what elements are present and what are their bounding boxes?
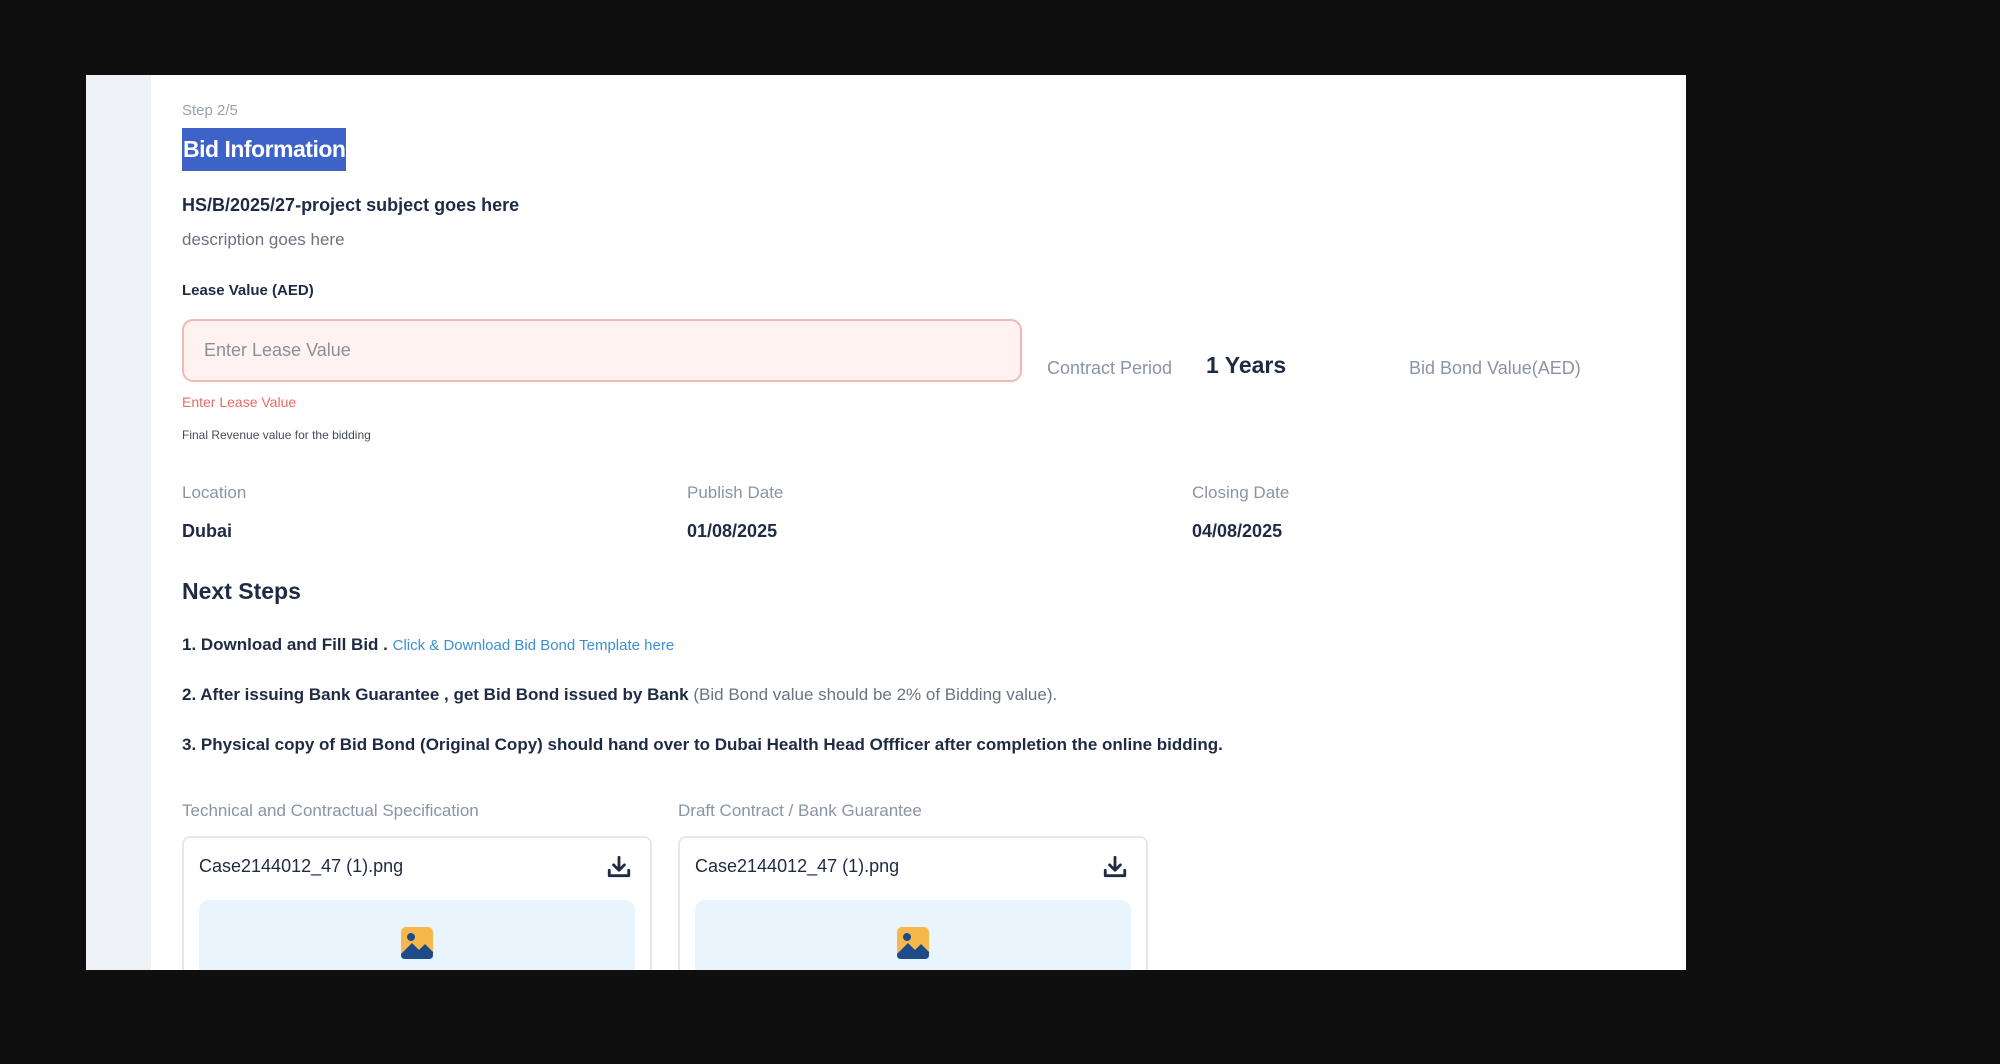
draft-contract-file-card: Case2144012_47 (1).png (678, 836, 1148, 970)
lease-value-error: Enter Lease Value (182, 394, 297, 410)
project-description: description goes here (182, 230, 345, 249)
page-title: Bid Information (182, 128, 347, 171)
closing-date-label: Closing Date (1192, 483, 1290, 502)
file-preview[interactable] (199, 900, 635, 970)
contract-period-value: 1 Years (1206, 352, 1287, 378)
download-bid-bond-template-link[interactable]: Click & Download Bid Bond Template here (393, 637, 675, 654)
download-icon[interactable] (606, 854, 632, 880)
download-icon[interactable] (1102, 854, 1128, 880)
lease-value-input[interactable] (182, 319, 1022, 382)
step-indicator: Step 2/5 (182, 102, 238, 119)
next-step-2-note: (Bid Bond value should be 2% of Bidding … (693, 685, 1058, 704)
file-name: Case2144012_47 (1).png (199, 856, 404, 876)
app-window: Step 2/5 Bid Information HS/B/2025/27-pr… (86, 75, 1686, 970)
next-step-1-text: 1. Download and Fill Bid . (182, 635, 388, 654)
publish-date-label: Publish Date (687, 483, 784, 502)
next-steps-title: Next Steps (182, 578, 301, 604)
technical-spec-heading: Technical and Contractual Specification (182, 801, 479, 820)
next-step-3: 3. Physical copy of Bid Bond (Original C… (182, 735, 1223, 754)
image-icon (401, 927, 433, 959)
bid-bond-value-label: Bid Bond Value(AED) (1409, 358, 1581, 378)
project-subject: HS/B/2025/27-project subject goes here (182, 195, 520, 215)
next-step-2-text: 2. After issuing Bank Guarantee , get Bi… (182, 685, 689, 704)
next-step-2: 2. After issuing Bank Guarantee , get Bi… (182, 685, 1057, 705)
bid-form: Step 2/5 Bid Information HS/B/2025/27-pr… (182, 75, 1686, 970)
technical-spec-file-card: Case2144012_47 (1).png (182, 836, 652, 970)
image-icon (897, 927, 929, 959)
location-value: Dubai (182, 521, 233, 541)
contract-period-label: Contract Period (1047, 358, 1173, 378)
lease-value-hint: Final Revenue value for the bidding (182, 428, 371, 442)
location-label: Location (182, 483, 247, 502)
lease-value-label: Lease Value (AED) (182, 282, 314, 299)
file-preview[interactable] (695, 900, 1131, 970)
next-step-1: 1. Download and Fill Bid . Click & Downl… (182, 635, 674, 655)
sidebar-strip (86, 75, 151, 970)
draft-contract-heading: Draft Contract / Bank Guarantee (678, 801, 922, 820)
publish-date-value: 01/08/2025 (687, 521, 778, 541)
file-name: Case2144012_47 (1).png (695, 856, 900, 876)
closing-date-value: 04/08/2025 (1192, 521, 1283, 541)
